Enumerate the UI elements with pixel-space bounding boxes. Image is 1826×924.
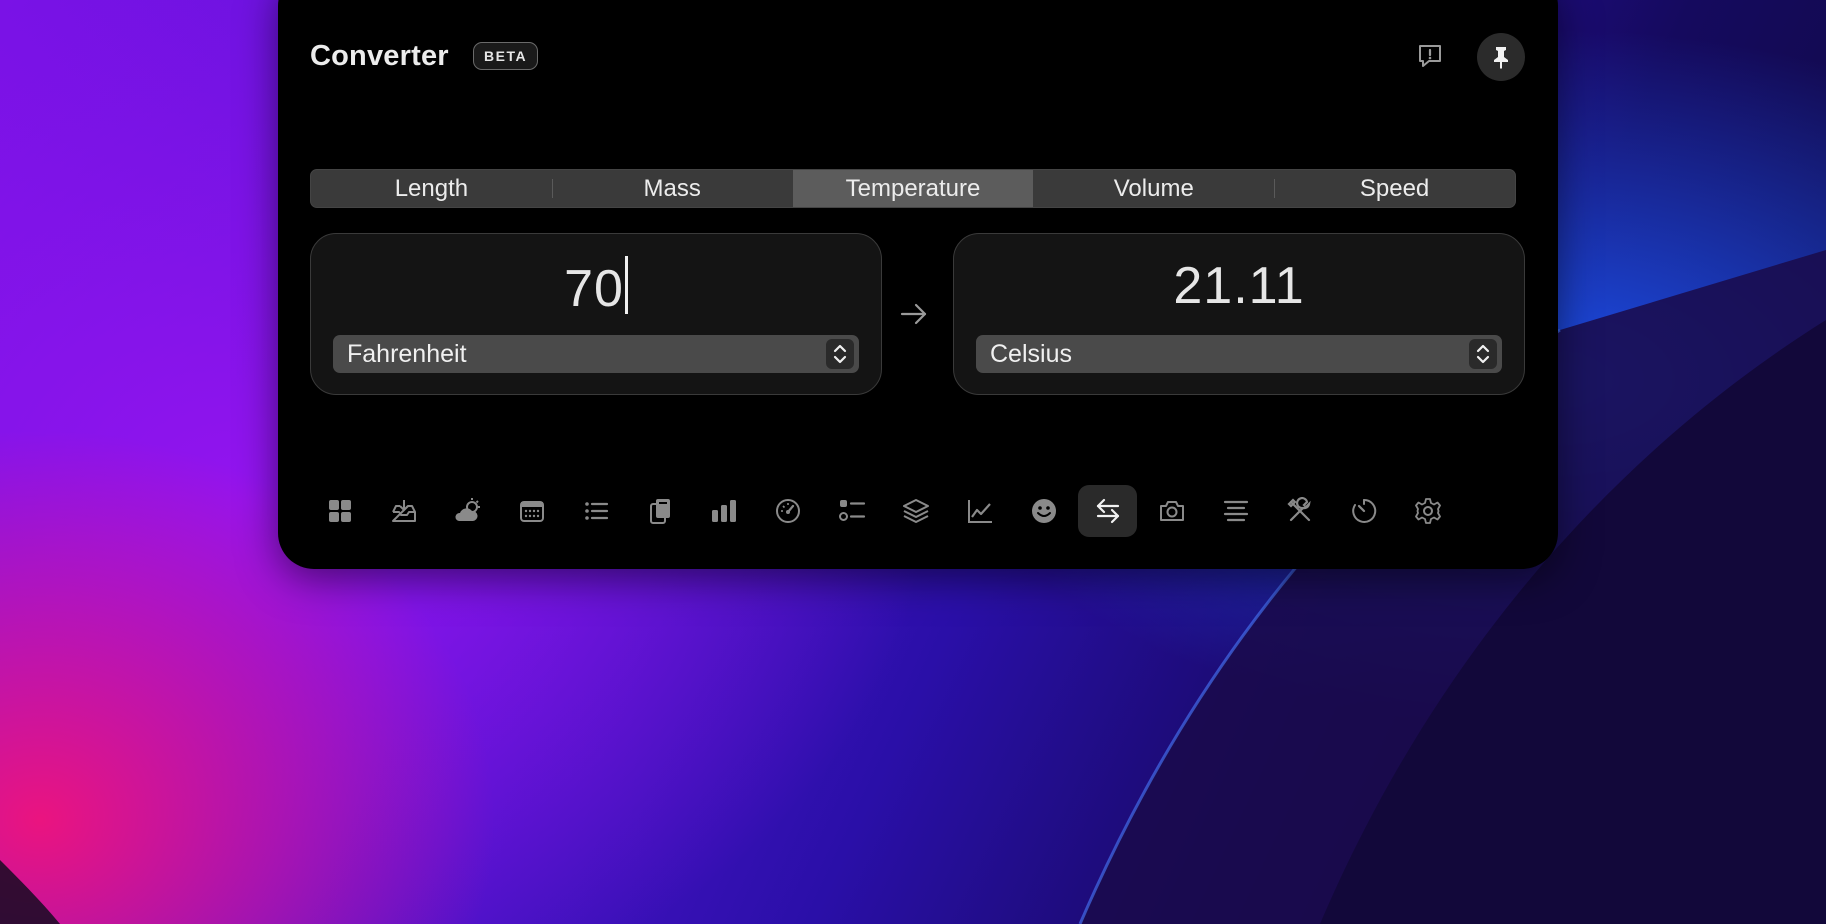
- output-value: 21.11: [1173, 257, 1305, 315]
- app-title: Converter: [310, 40, 449, 72]
- bar-chart-icon[interactable]: [694, 485, 753, 537]
- input-value: 70: [564, 260, 624, 318]
- feedback-icon[interactable]: [1413, 39, 1447, 73]
- converter-window: Converter BETA Length Mass Temperature V…: [278, 0, 1558, 569]
- arrow-right-icon: [900, 303, 927, 325]
- line-chart-icon[interactable]: [950, 485, 1009, 537]
- widget-toolbar: [310, 485, 1457, 537]
- weather-icon[interactable]: [438, 485, 497, 537]
- gauge-icon[interactable]: [758, 485, 817, 537]
- input-value-field[interactable]: 70: [311, 256, 881, 319]
- pin-icon: [1494, 47, 1508, 69]
- timer-icon[interactable]: [1334, 485, 1393, 537]
- unit-category-tabs: Length Mass Temperature Volume Speed: [310, 169, 1516, 208]
- chevron-up-down-icon: [826, 339, 854, 369]
- layers-icon[interactable]: [886, 485, 945, 537]
- text-caret: [624, 256, 628, 314]
- camera-icon[interactable]: [1142, 485, 1201, 537]
- calendar-icon[interactable]: [502, 485, 561, 537]
- input-unit-label: Fahrenheit: [347, 340, 467, 368]
- emoji-icon[interactable]: [1014, 485, 1073, 537]
- checklist-icon[interactable]: [822, 485, 881, 537]
- chevron-up-down-icon: [1469, 339, 1497, 369]
- input-card: 70 Fahrenheit: [310, 233, 882, 395]
- tools-icon[interactable]: [1270, 485, 1329, 537]
- output-unit-label: Celsius: [990, 340, 1072, 368]
- input-unit-select[interactable]: Fahrenheit: [333, 335, 859, 373]
- converter-icon[interactable]: [1078, 485, 1137, 537]
- widgets-icon[interactable]: [310, 485, 369, 537]
- tab-length[interactable]: Length: [311, 170, 552, 207]
- output-card: 21.11 Celsius: [953, 233, 1525, 395]
- tab-mass[interactable]: Mass: [551, 170, 793, 207]
- settings-icon[interactable]: [1398, 485, 1457, 537]
- pin-button[interactable]: [1477, 33, 1525, 81]
- clipboard-icon[interactable]: [630, 485, 689, 537]
- output-unit-select[interactable]: Celsius: [976, 335, 1502, 373]
- tab-temperature[interactable]: Temperature: [792, 170, 1034, 207]
- list-icon[interactable]: [566, 485, 625, 537]
- beta-badge: BETA: [473, 42, 539, 70]
- tab-speed[interactable]: Speed: [1274, 170, 1515, 207]
- tray-download-icon[interactable]: [374, 485, 433, 537]
- text-align-icon[interactable]: [1206, 485, 1265, 537]
- tab-volume[interactable]: Volume: [1033, 170, 1274, 207]
